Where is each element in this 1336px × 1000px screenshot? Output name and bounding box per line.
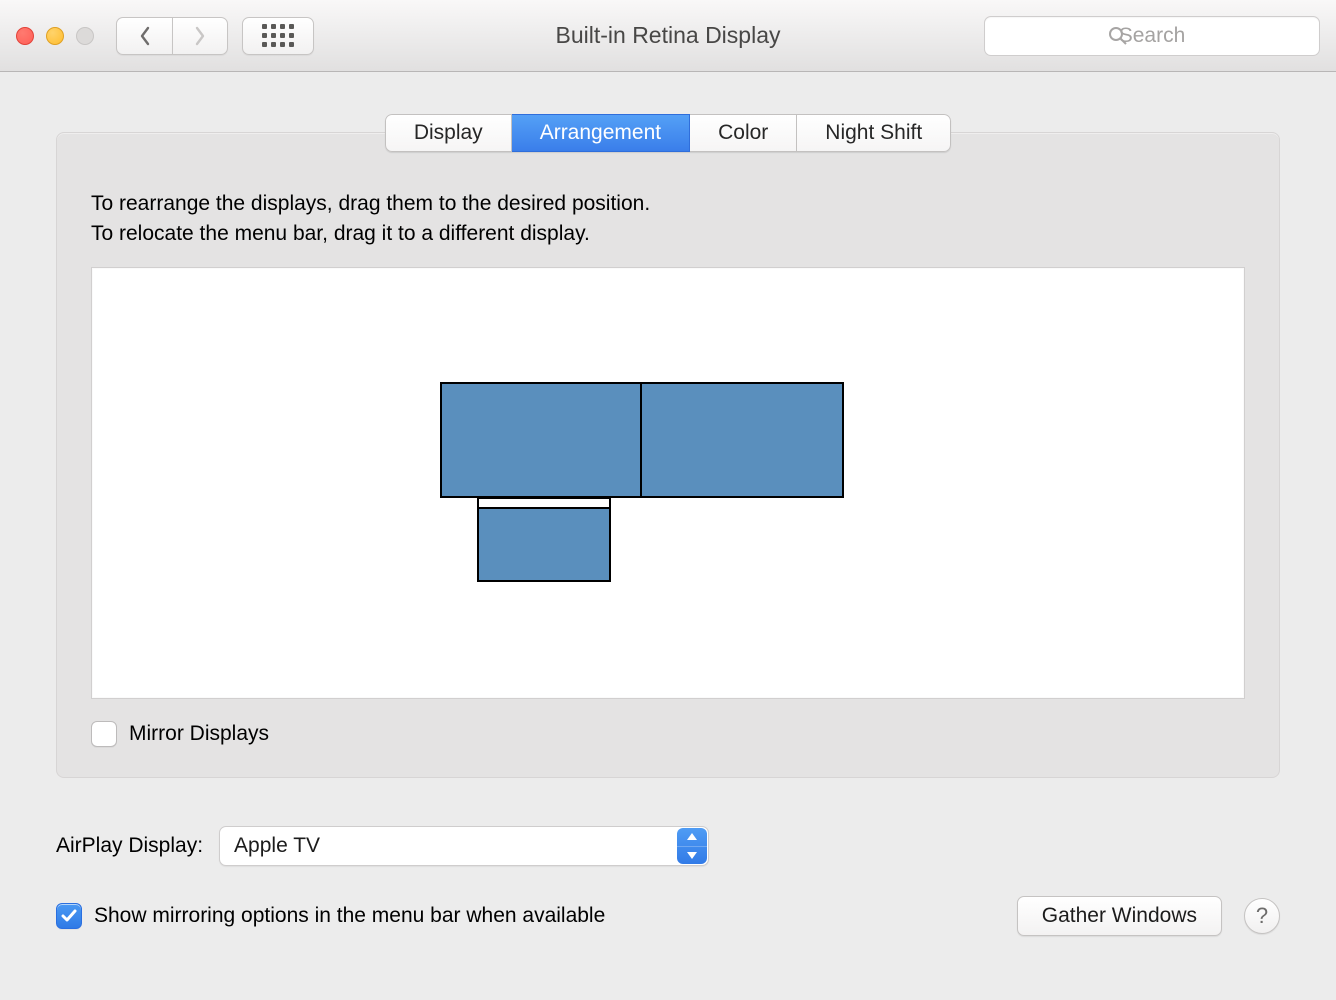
mirror-displays-checkbox[interactable] — [91, 721, 117, 747]
display-1[interactable] — [440, 382, 642, 498]
airplay-label: AirPlay Display: — [56, 834, 203, 858]
gather-windows-button[interactable]: Gather Windows — [1017, 896, 1222, 936]
close-window-button[interactable] — [16, 27, 34, 45]
instruction-line-2: To relocate the menu bar, drag it to a d… — [91, 219, 1245, 249]
content-area: Display Arrangement Color Night Shift To… — [0, 72, 1336, 798]
nav-group — [116, 17, 228, 55]
tab-bar: Display Arrangement Color Night Shift — [385, 114, 951, 152]
forward-button — [172, 17, 228, 55]
tab-color[interactable]: Color — [690, 114, 797, 152]
show-mirroring-row: Show mirroring options in the menu bar w… — [56, 903, 605, 929]
airplay-display-select[interactable]: Apple TV — [219, 826, 709, 866]
back-button[interactable] — [116, 17, 172, 55]
minimize-window-button[interactable] — [46, 27, 64, 45]
tab-display[interactable]: Display — [385, 114, 512, 152]
arrangement-canvas[interactable] — [91, 267, 1245, 699]
select-stepper-icon[interactable] — [677, 828, 707, 864]
tab-arrangement[interactable]: Arrangement — [512, 114, 690, 152]
display-3[interactable] — [477, 497, 611, 582]
grid-icon — [262, 24, 294, 47]
lower-controls: AirPlay Display: Apple TV Show mirroring… — [0, 798, 1336, 936]
menu-bar-indicator[interactable] — [479, 499, 609, 509]
help-button[interactable]: ? — [1244, 898, 1280, 934]
show-mirroring-checkbox[interactable] — [56, 903, 82, 929]
arrangement-panel: To rearrange the displays, drag them to … — [56, 132, 1280, 778]
tab-night-shift[interactable]: Night Shift — [797, 114, 951, 152]
airplay-select-wrap: Apple TV — [219, 826, 709, 866]
instruction-line-1: To rearrange the displays, drag them to … — [91, 189, 1245, 219]
instructions: To rearrange the displays, drag them to … — [91, 189, 1245, 249]
display-2[interactable] — [640, 382, 844, 498]
mirror-displays-label: Mirror Displays — [129, 722, 269, 746]
mirror-displays-row: Mirror Displays — [91, 721, 1245, 747]
zoom-window-button — [76, 27, 94, 45]
search-field-wrap — [984, 16, 1320, 56]
window-titlebar: Built-in Retina Display — [0, 0, 1336, 72]
traffic-lights — [16, 27, 94, 45]
search-input[interactable] — [984, 16, 1320, 56]
show-mirroring-label: Show mirroring options in the menu bar w… — [94, 904, 605, 928]
show-all-prefs-button[interactable] — [242, 17, 314, 55]
